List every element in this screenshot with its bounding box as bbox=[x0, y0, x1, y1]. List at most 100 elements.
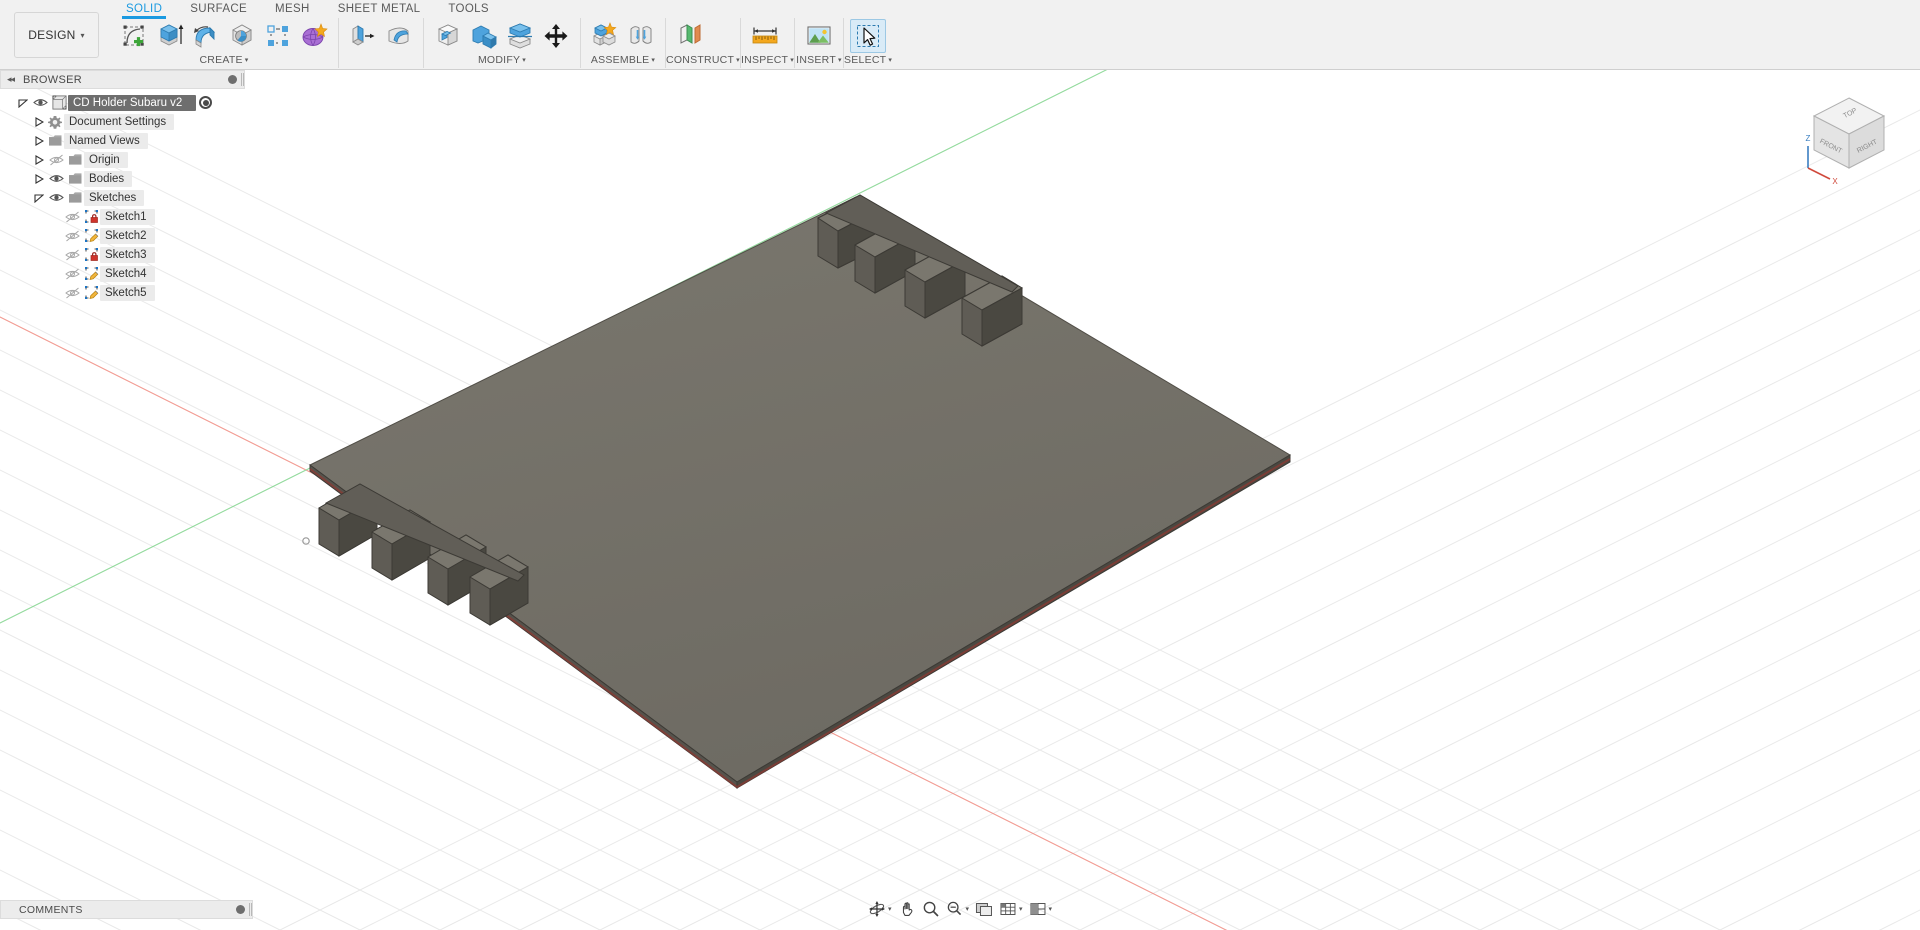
tab-solid[interactable]: SOLID bbox=[112, 0, 176, 19]
tree-node-root[interactable]: CD Holder Subaru v2 bbox=[0, 93, 253, 112]
visibility-hidden-eye-icon[interactable] bbox=[62, 283, 82, 302]
panel-label-construct[interactable]: CONSTRUCT ▾ bbox=[666, 54, 740, 68]
panel-label-sheet-metal bbox=[339, 54, 423, 68]
collapse-panel-icon[interactable]: ◂◂ bbox=[7, 74, 15, 85]
panel-title: INSPECT bbox=[740, 54, 789, 66]
tree-node-document-settings[interactable]: Document Settings bbox=[0, 112, 253, 131]
panel-label-assemble[interactable]: ASSEMBLE ▾ bbox=[581, 54, 665, 68]
measure-button[interactable] bbox=[747, 19, 783, 53]
comments-options-icon[interactable] bbox=[236, 905, 245, 914]
panel-label-modify[interactable]: MODIFY ▾ bbox=[424, 54, 580, 68]
chevron-down-icon: ▾ bbox=[651, 57, 656, 64]
tree-node-label: Sketch4 bbox=[100, 265, 155, 282]
browser-panel: ◂◂ BROWSER CD Holder Subaru v2 Document … bbox=[0, 70, 253, 302]
workspace-switcher-button[interactable]: DESIGN ▾ bbox=[14, 12, 99, 58]
component-icon bbox=[50, 93, 68, 112]
twisty-collapsed-icon[interactable] bbox=[32, 112, 46, 131]
zoom-icon bbox=[923, 901, 939, 917]
create-form-button[interactable] bbox=[296, 19, 332, 53]
create-sketch-button[interactable] bbox=[116, 19, 152, 53]
tree-node-bodies[interactable]: Bodies bbox=[0, 169, 253, 188]
tab-sheet-metal[interactable]: SHEET METAL bbox=[324, 0, 435, 18]
move-copy-button[interactable] bbox=[538, 19, 574, 53]
panel-sheet-metal bbox=[338, 18, 423, 68]
view-cube[interactable]: TOP FRONT RIGHT Z X bbox=[1794, 80, 1904, 190]
joint-button[interactable] bbox=[623, 19, 659, 53]
chevron-down-icon: ▾ bbox=[1048, 906, 1053, 913]
twisty-expanded-icon[interactable] bbox=[32, 188, 46, 207]
zoom-window-icon bbox=[947, 901, 961, 916]
browser-options-icon[interactable] bbox=[228, 75, 237, 84]
extrude-button[interactable] bbox=[152, 19, 188, 53]
chevron-down-icon: ▾ bbox=[838, 57, 842, 64]
twisty-collapsed-icon[interactable] bbox=[32, 150, 46, 169]
revolve-button[interactable] bbox=[188, 19, 224, 53]
display-settings-button[interactable] bbox=[972, 897, 996, 921]
base-plate-top-face bbox=[309, 196, 1291, 783]
viewports-button[interactable]: ▾ bbox=[1026, 897, 1056, 921]
orbit-button[interactable]: ▾ bbox=[865, 897, 895, 921]
comments-resize-handle[interactable] bbox=[249, 903, 252, 916]
fusion360-window: DESIGN ▾ SOLID SURFACE MESH SHEET METAL … bbox=[0, 0, 1920, 930]
viewport-canvas[interactable]: ◂◂ BROWSER CD Holder Subaru v2 Document … bbox=[0, 70, 1920, 930]
unfold-button[interactable] bbox=[381, 19, 417, 53]
browser-resize-handle[interactable] bbox=[241, 73, 244, 86]
zoom-button[interactable] bbox=[918, 897, 942, 921]
tab-mesh[interactable]: MESH bbox=[261, 0, 324, 18]
panel-modify: MODIFY ▾ bbox=[423, 18, 580, 68]
tree-node-sketch3[interactable]: Sketch3 bbox=[0, 245, 253, 264]
panel-label-insert[interactable]: INSERT ▾ bbox=[795, 54, 843, 68]
visibility-hidden-eye-icon[interactable] bbox=[62, 207, 82, 226]
sketch-locked-icon bbox=[82, 245, 100, 264]
insert-image-button[interactable] bbox=[801, 19, 837, 53]
tree-node-sketch2[interactable]: Sketch2 bbox=[0, 226, 253, 245]
tree-node-sketch5[interactable]: Sketch5 bbox=[0, 283, 253, 302]
folder-icon bbox=[46, 131, 64, 150]
tree-node-origin[interactable]: Origin bbox=[0, 150, 253, 169]
comments-panel[interactable]: COMMENTS bbox=[0, 900, 253, 919]
chevron-down-icon: ▾ bbox=[244, 57, 249, 64]
panel-title: INSERT bbox=[796, 54, 836, 66]
visibility-hidden-eye-icon[interactable] bbox=[46, 150, 66, 169]
press-pull-button[interactable] bbox=[430, 19, 466, 53]
offset-plane-button[interactable] bbox=[672, 19, 708, 53]
new-component-button[interactable] bbox=[587, 19, 623, 53]
tree-node-sketch4[interactable]: Sketch4 bbox=[0, 264, 253, 283]
twisty-collapsed-icon[interactable] bbox=[32, 169, 46, 188]
panel-inspect: INSPECT ▾ bbox=[739, 18, 794, 68]
panel-title: ASSEMBLE bbox=[590, 54, 650, 66]
panel-label-create[interactable]: CREATE ▾ bbox=[110, 54, 338, 68]
zoom-window-button[interactable]: ▾ bbox=[942, 897, 972, 921]
select-tool-button[interactable] bbox=[849, 19, 886, 53]
chevron-down-icon: ▾ bbox=[1019, 906, 1023, 913]
panel-label-select[interactable]: SELECT ▾ bbox=[844, 54, 892, 68]
visibility-eye-icon[interactable] bbox=[46, 169, 66, 188]
pan-button[interactable] bbox=[894, 897, 918, 921]
ribbon-toolbar: DESIGN ▾ SOLID SURFACE MESH SHEET METAL … bbox=[0, 0, 1920, 70]
split-body-button[interactable] bbox=[502, 19, 538, 53]
orbit-icon bbox=[868, 901, 885, 917]
sweep-button[interactable] bbox=[224, 19, 260, 53]
visibility-hidden-eye-icon[interactable] bbox=[62, 264, 82, 283]
combine-button[interactable] bbox=[466, 19, 502, 53]
flange-button[interactable] bbox=[345, 19, 381, 53]
tree-node-sketch1[interactable]: Sketch1 bbox=[0, 207, 253, 226]
folder-icon bbox=[66, 169, 84, 188]
visibility-eye-icon[interactable] bbox=[46, 188, 66, 207]
twisty-expanded-icon[interactable] bbox=[16, 93, 30, 112]
tree-node-sketches[interactable]: Sketches bbox=[0, 188, 253, 207]
activate-component-icon[interactable] bbox=[199, 96, 213, 109]
tree-node-label: Document Settings bbox=[64, 113, 175, 130]
twisty-collapsed-icon[interactable] bbox=[32, 131, 46, 150]
visibility-hidden-eye-icon[interactable] bbox=[62, 245, 82, 264]
tree-node-named-views[interactable]: Named Views bbox=[0, 131, 253, 150]
browser-title: BROWSER bbox=[23, 73, 82, 86]
panel-label-inspect[interactable]: INSPECT ▾ bbox=[741, 54, 794, 68]
visibility-hidden-eye-icon[interactable] bbox=[62, 226, 82, 245]
tab-surface[interactable]: SURFACE bbox=[176, 0, 261, 18]
visibility-eye-icon[interactable] bbox=[30, 93, 50, 112]
grid-snaps-button[interactable]: ▾ bbox=[996, 897, 1026, 921]
pan-icon bbox=[902, 902, 912, 916]
tab-tools[interactable]: TOOLS bbox=[434, 0, 503, 18]
rectangular-pattern-button[interactable] bbox=[260, 19, 296, 53]
